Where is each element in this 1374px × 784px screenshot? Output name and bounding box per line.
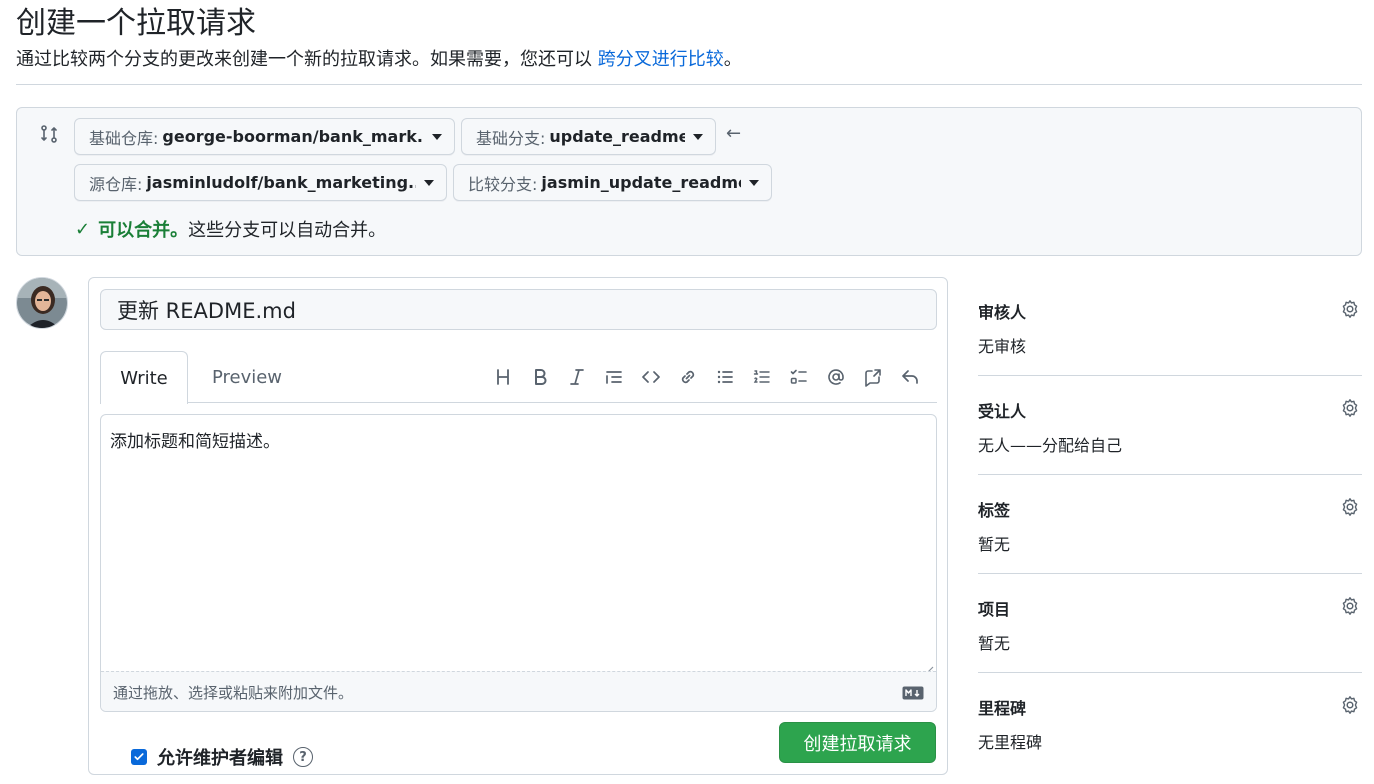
sidebar-value: 暂无: [978, 535, 1011, 554]
numbered-list-icon[interactable]: [743, 362, 780, 392]
mention-icon[interactable]: [817, 362, 854, 392]
reply-icon[interactable]: [891, 362, 928, 392]
header-divider: [16, 84, 1362, 85]
base-repository-select[interactable]: 基础仓库: george-boorman/bank_mark...: [74, 118, 455, 155]
base-branch-label: 基础分支:: [476, 128, 546, 148]
quote-icon[interactable]: [595, 362, 632, 392]
chevron-down-icon: [432, 133, 442, 140]
attach-files-hint: 通过拖放、选择或粘贴来附加文件。: [113, 684, 354, 702]
gear-icon[interactable]: [1340, 299, 1360, 319]
compare-across-forks-link[interactable]: 跨分叉进行比较: [598, 49, 724, 70]
chevron-down-icon: [424, 179, 434, 186]
question-icon[interactable]: ?: [293, 747, 313, 767]
gear-icon[interactable]: [1340, 497, 1360, 517]
sidebar-section-assignees: 受让人 无人——分配给自己: [978, 376, 1362, 475]
resize-handle-icon[interactable]: [924, 660, 934, 675]
compare-branches-box: 基础仓库: george-boorman/bank_mark... 基础分支: …: [16, 107, 1362, 256]
chevron-down-icon: [749, 179, 759, 186]
base-repository-value: george-boorman/bank_mark...: [162, 127, 424, 146]
sidebar-section-projects: 项目 暂无: [978, 574, 1362, 673]
head-repository-label: 源仓库:: [89, 174, 143, 194]
bulleted-list-icon[interactable]: [706, 362, 743, 392]
description-text: 添加标题和简短描述。: [110, 432, 280, 452]
allow-edits-label: 允许维护者编辑: [157, 748, 283, 769]
create-pull-request-button[interactable]: 创建拉取请求: [779, 722, 936, 763]
sidebar-heading: 项目: [978, 600, 1011, 619]
subtitle-suffix: 。: [723, 49, 742, 70]
base-repository-label: 基础仓库:: [89, 128, 159, 148]
sidebar-section-milestone: 里程碑 无里程碑: [978, 673, 1362, 772]
markdown-icon[interactable]: [902, 686, 924, 700]
compare-branch-value: jasmin_update_readme: [541, 173, 741, 192]
compare-branch-select[interactable]: 比较分支: jasmin_update_readme: [453, 164, 772, 201]
pull-request-composer: Write Preview: [88, 277, 948, 775]
merge-status: ✓ 可以合并。 这些分支可以自动合并。: [75, 216, 386, 242]
sidebar-heading: 受让人: [978, 402, 1027, 421]
sidebar-value: 无人——分配给自己: [978, 436, 1123, 455]
merge-message: 这些分支可以自动合并。: [188, 220, 387, 241]
task-list-icon[interactable]: [780, 362, 817, 392]
attach-files-bar[interactable]: 通过拖放、选择或粘贴来附加文件。: [101, 671, 936, 711]
link-icon[interactable]: [669, 362, 706, 392]
italic-icon[interactable]: [558, 362, 595, 392]
tab-preview[interactable]: Preview: [199, 351, 295, 403]
git-compare-icon: [39, 124, 59, 144]
check-icon: ✓: [75, 218, 91, 240]
sidebar-section-labels: 标签 暂无: [978, 475, 1362, 574]
allow-maintainer-edits[interactable]: 允许维护者编辑 ?: [131, 744, 313, 770]
description-textarea[interactable]: 添加标题和简短描述。 通过拖放、选择或粘贴来附加文件。: [100, 414, 937, 712]
tab-write[interactable]: Write: [100, 351, 188, 404]
arrow-left-icon: ←: [726, 123, 742, 144]
sidebar-value: 无审核: [978, 337, 1027, 356]
page-subtitle: 通过比较两个分支的更改来创建一个新的拉取请求。如果需要，您还可以 跨分叉进行比较…: [16, 47, 742, 73]
gear-icon[interactable]: [1340, 398, 1360, 418]
code-icon[interactable]: [632, 362, 669, 392]
compare-branch-label: 比较分支:: [468, 174, 538, 194]
gear-icon[interactable]: [1340, 596, 1360, 616]
head-repository-select[interactable]: 源仓库: jasminludolf/bank_marketing...: [74, 164, 447, 201]
subtitle-text: 通过比较两个分支的更改来创建一个新的拉取请求。如果需要，您还可以: [16, 49, 592, 70]
chevron-down-icon: [693, 133, 703, 140]
allow-edits-checkbox[interactable]: [131, 749, 147, 765]
sidebar-value: 暂无: [978, 634, 1011, 653]
sidebar-value: 无里程碑: [978, 733, 1043, 752]
merge-ok-text: 可以合并。: [98, 220, 189, 241]
base-branch-value: update_readme: [549, 127, 685, 146]
sidebar-section-reviewers: 审核人 无审核: [978, 277, 1362, 376]
sidebar-heading: 里程碑: [978, 699, 1027, 718]
base-branch-select[interactable]: 基础分支: update_readme: [461, 118, 716, 155]
markdown-toolbar: [484, 362, 928, 392]
title-input[interactable]: [100, 289, 937, 330]
tabs-divider: [100, 402, 937, 403]
head-repository-value: jasminludolf/bank_marketing...: [146, 173, 416, 192]
avatar[interactable]: [16, 277, 68, 329]
gear-icon[interactable]: [1340, 695, 1360, 715]
heading-icon[interactable]: [484, 362, 521, 392]
page-title: 创建一个拉取请求: [16, 6, 256, 41]
sidebar-heading: 审核人: [978, 303, 1027, 322]
cross-reference-icon[interactable]: [854, 362, 891, 392]
bold-icon[interactable]: [521, 362, 558, 392]
sidebar-heading: 标签: [978, 501, 1011, 520]
